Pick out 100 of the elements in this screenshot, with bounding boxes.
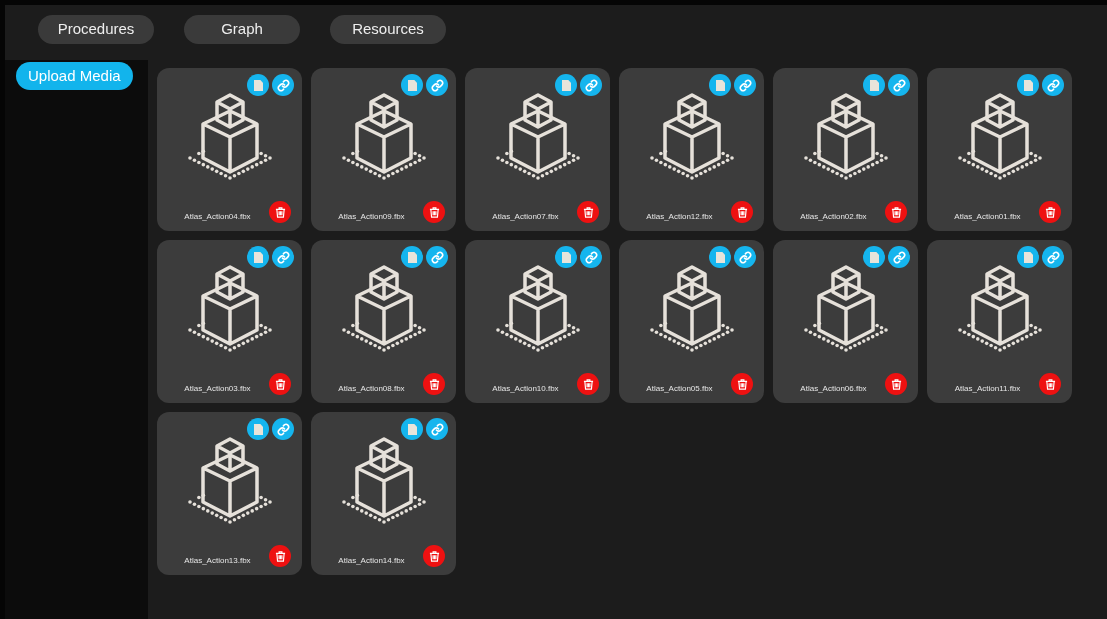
file-button[interactable] — [401, 418, 423, 440]
document-icon — [1023, 79, 1033, 91]
document-icon — [869, 251, 879, 263]
file-button[interactable] — [709, 74, 731, 96]
document-icon — [253, 423, 263, 435]
media-card[interactable]: Atlas_Action09.fbx — [311, 68, 456, 231]
delete-button[interactable] — [577, 373, 599, 395]
link-button[interactable] — [734, 74, 756, 96]
file-button[interactable] — [709, 246, 731, 268]
file-button[interactable] — [863, 246, 885, 268]
link-button[interactable] — [1042, 246, 1064, 268]
trash-icon — [736, 206, 748, 218]
file-name: Atlas_Action14.fbx — [338, 555, 406, 567]
link-icon — [892, 250, 906, 264]
file-name: Atlas_Action06.fbx — [800, 383, 868, 395]
link-button[interactable] — [426, 246, 448, 268]
link-button[interactable] — [272, 74, 294, 96]
trash-icon — [582, 378, 594, 390]
file-button[interactable] — [247, 418, 269, 440]
delete-button[interactable] — [731, 373, 753, 395]
file-button[interactable] — [401, 74, 423, 96]
link-icon — [1046, 78, 1060, 92]
document-icon — [715, 79, 725, 91]
delete-button[interactable] — [269, 545, 291, 567]
media-card[interactable]: Atlas_Action12.fbx — [619, 68, 764, 231]
file-button[interactable] — [555, 246, 577, 268]
media-card[interactable]: Atlas_Action05.fbx — [619, 240, 764, 403]
document-icon — [1023, 251, 1033, 263]
file-button[interactable] — [1017, 246, 1039, 268]
media-card[interactable]: Atlas_Action13.fbx — [157, 412, 302, 575]
nav-tab[interactable]: Procedures — [38, 15, 154, 44]
trash-icon — [428, 206, 440, 218]
media-card[interactable]: Atlas_Action10.fbx — [465, 240, 610, 403]
file-name: Atlas_Action13.fbx — [184, 555, 252, 567]
link-button[interactable] — [1042, 74, 1064, 96]
nav-tab[interactable]: Resources — [330, 15, 446, 44]
file-name: Atlas_Action12.fbx — [646, 211, 714, 223]
file-button[interactable] — [1017, 74, 1039, 96]
document-icon — [407, 423, 417, 435]
delete-button[interactable] — [885, 201, 907, 223]
file-name: Atlas_Action08.fbx — [338, 383, 406, 395]
trash-icon — [428, 550, 440, 562]
media-card[interactable]: Atlas_Action06.fbx — [773, 240, 918, 403]
document-icon — [253, 79, 263, 91]
link-icon — [430, 422, 444, 436]
delete-button[interactable] — [423, 545, 445, 567]
media-card[interactable]: Atlas_Action01.fbx — [927, 68, 1072, 231]
trash-icon — [428, 378, 440, 390]
media-card[interactable]: Atlas_Action04.fbx — [157, 68, 302, 231]
nav-tab[interactable]: Graph — [184, 15, 300, 44]
link-button[interactable] — [734, 246, 756, 268]
file-button[interactable] — [247, 246, 269, 268]
link-button[interactable] — [426, 418, 448, 440]
link-icon — [584, 250, 598, 264]
trash-icon — [1044, 378, 1056, 390]
delete-button[interactable] — [1039, 373, 1061, 395]
media-card[interactable]: Atlas_Action02.fbx — [773, 68, 918, 231]
delete-button[interactable] — [885, 373, 907, 395]
trash-icon — [274, 550, 286, 562]
document-icon — [715, 251, 725, 263]
file-name: Atlas_Action05.fbx — [646, 383, 714, 395]
link-icon — [892, 78, 906, 92]
link-icon — [738, 78, 752, 92]
trash-icon — [1044, 206, 1056, 218]
link-icon — [584, 78, 598, 92]
file-button[interactable] — [863, 74, 885, 96]
file-name: Atlas_Action03.fbx — [184, 383, 252, 395]
document-icon — [561, 79, 571, 91]
delete-button[interactable] — [577, 201, 599, 223]
link-button[interactable] — [426, 74, 448, 96]
media-card[interactable]: Atlas_Action08.fbx — [311, 240, 456, 403]
file-button[interactable] — [555, 74, 577, 96]
link-button[interactable] — [580, 246, 602, 268]
trash-icon — [890, 206, 902, 218]
delete-button[interactable] — [269, 373, 291, 395]
link-icon — [276, 78, 290, 92]
link-icon — [430, 78, 444, 92]
document-icon — [407, 251, 417, 263]
file-button[interactable] — [247, 74, 269, 96]
file-name: Atlas_Action07.fbx — [492, 211, 560, 223]
link-button[interactable] — [888, 74, 910, 96]
delete-button[interactable] — [731, 201, 753, 223]
media-card[interactable]: Atlas_Action11.fbx — [927, 240, 1072, 403]
link-button[interactable] — [272, 246, 294, 268]
link-button[interactable] — [888, 246, 910, 268]
trash-icon — [736, 378, 748, 390]
trash-icon — [582, 206, 594, 218]
link-button[interactable] — [580, 74, 602, 96]
delete-button[interactable] — [1039, 201, 1061, 223]
file-name: Atlas_Action04.fbx — [184, 211, 252, 223]
media-card[interactable]: Atlas_Action07.fbx — [465, 68, 610, 231]
link-button[interactable] — [272, 418, 294, 440]
media-card[interactable]: Atlas_Action14.fbx — [311, 412, 456, 575]
delete-button[interactable] — [423, 373, 445, 395]
delete-button[interactable] — [423, 201, 445, 223]
link-icon — [430, 250, 444, 264]
document-icon — [407, 79, 417, 91]
media-card[interactable]: Atlas_Action03.fbx — [157, 240, 302, 403]
delete-button[interactable] — [269, 201, 291, 223]
file-button[interactable] — [401, 246, 423, 268]
